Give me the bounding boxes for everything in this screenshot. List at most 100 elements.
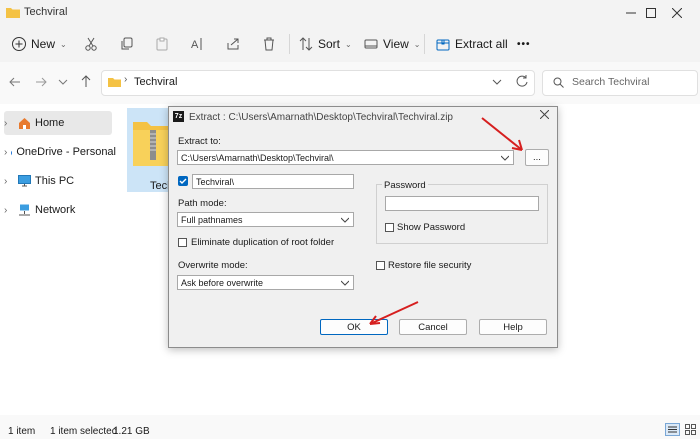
show-password-checkbox[interactable] [385, 223, 394, 232]
nav-label: OneDrive - Personal [16, 146, 116, 158]
7zip-icon: 7z [173, 111, 184, 122]
computer-icon [18, 175, 31, 187]
home-icon [19, 117, 30, 129]
cloud-icon [11, 150, 13, 156]
path-mode-label: Path mode: [178, 198, 227, 209]
extract-to-combobox[interactable]: C:\Users\Amarnath\Desktop\Techviral\ [177, 150, 514, 165]
nav-label: Home [35, 117, 65, 129]
password-group [376, 184, 548, 244]
help-button[interactable]: Help [479, 319, 547, 335]
sort-button[interactable]: Sort ⌄ [299, 33, 352, 55]
selection-size: 1.21 GB [113, 426, 150, 437]
details-view-button[interactable] [665, 423, 680, 436]
recent-locations-button[interactable] [58, 77, 68, 87]
copy-icon [121, 37, 133, 50]
close-icon [540, 110, 549, 119]
chevron-right-icon: › [4, 175, 8, 187]
browse-button[interactable]: ... [525, 149, 549, 166]
toolbar-divider [424, 34, 425, 54]
title-bar [0, 0, 700, 26]
window-title: Techviral [24, 6, 68, 18]
annotation-arrow-icon [478, 114, 528, 156]
toolbar-divider [289, 34, 290, 54]
password-label: Password [382, 180, 428, 191]
chevron-down-icon [58, 79, 68, 85]
scissors-icon [85, 37, 97, 51]
up-button[interactable] [80, 75, 92, 88]
selection-count: 1 item selected [50, 426, 118, 437]
extract-icon [436, 39, 450, 51]
overwrite-mode-label: Overwrite mode: [178, 260, 248, 271]
folder-icon [108, 76, 121, 87]
password-input[interactable] [385, 196, 539, 211]
rename-icon: A [191, 38, 202, 51]
cut-button[interactable] [84, 33, 98, 55]
search-placeholder: Search Techviral [572, 76, 650, 88]
arrow-left-icon [9, 77, 20, 87]
refresh-icon [516, 75, 528, 87]
folder-name-checkbox[interactable] [178, 176, 188, 186]
search-icon [553, 77, 564, 88]
more-options-button[interactable]: ••• [517, 33, 531, 55]
eliminate-duplication-label: Eliminate duplication of root folder [191, 237, 335, 248]
view-button[interactable]: View ⌄ [364, 33, 421, 55]
view-label: View [383, 37, 409, 51]
tiles-view-button[interactable] [685, 424, 696, 435]
nav-item-this-pc[interactable]: › This PC [4, 169, 116, 193]
extract-to-label: Extract to: [178, 136, 221, 147]
extract-all-label: Extract all [455, 37, 508, 51]
network-icon [19, 204, 30, 216]
nav-label: Network [35, 204, 76, 216]
eliminate-duplication-checkbox[interactable] [178, 238, 187, 247]
tiles-icon [685, 424, 696, 435]
back-button[interactable] [9, 76, 21, 88]
forward-button[interactable] [35, 76, 47, 88]
annotation-arrow-icon [364, 298, 422, 330]
breadcrumb[interactable]: Techviral [134, 76, 177, 88]
nav-item-onedrive[interactable]: › OneDrive - Personal [4, 140, 116, 164]
sort-label: Sort [318, 37, 341, 51]
chevron-down-icon [341, 217, 349, 223]
chevron-down-icon [341, 280, 349, 286]
chevron-right-icon: › [4, 146, 8, 158]
breadcrumb-separator-icon: › [124, 74, 128, 85]
arrow-up-icon [81, 75, 91, 87]
sort-icon [299, 37, 313, 51]
item-count: 1 item [8, 426, 36, 437]
restore-security-checkbox[interactable] [376, 261, 385, 270]
overwrite-mode-select[interactable]: Ask before overwrite [177, 275, 354, 290]
view-icon [364, 39, 378, 49]
close-button[interactable] [654, 0, 700, 26]
folder-icon [6, 6, 20, 18]
nav-item-home[interactable]: › Home [4, 111, 112, 135]
svg-text:A: A [191, 39, 199, 51]
path-mode-select[interactable]: Full pathnames [177, 212, 354, 227]
paste-button[interactable] [155, 33, 169, 55]
refresh-button[interactable] [516, 75, 528, 87]
chevron-right-icon: › [4, 204, 8, 216]
new-button[interactable]: New ⌄ [12, 33, 67, 55]
dialog-close-button[interactable] [540, 110, 549, 119]
trash-icon [264, 37, 274, 51]
nav-item-network[interactable]: › Network [4, 198, 116, 222]
folder-name-input[interactable]: Techviral\ [192, 174, 354, 189]
share-button[interactable] [226, 33, 240, 55]
path-mode-value: Full pathnames [181, 214, 243, 225]
show-password-label: Show Password [397, 222, 466, 233]
overwrite-mode-value: Ask before overwrite [181, 277, 264, 288]
checkmark-icon [179, 178, 187, 184]
delete-button[interactable] [262, 33, 276, 55]
extract-all-button[interactable]: Extract all [436, 33, 508, 55]
nav-label: This PC [35, 175, 75, 187]
list-icon [668, 426, 677, 433]
copy-button[interactable] [120, 33, 134, 55]
new-label: New [31, 37, 56, 51]
rename-button[interactable]: A [191, 33, 205, 55]
arrow-right-icon [36, 77, 47, 87]
chevron-down-icon [492, 79, 502, 85]
restore-security-label: Restore file security [388, 260, 472, 271]
plus-icon [12, 37, 26, 51]
chevron-right-icon: › [4, 117, 8, 129]
address-dropdown-button[interactable] [492, 77, 502, 87]
share-icon [227, 38, 239, 50]
